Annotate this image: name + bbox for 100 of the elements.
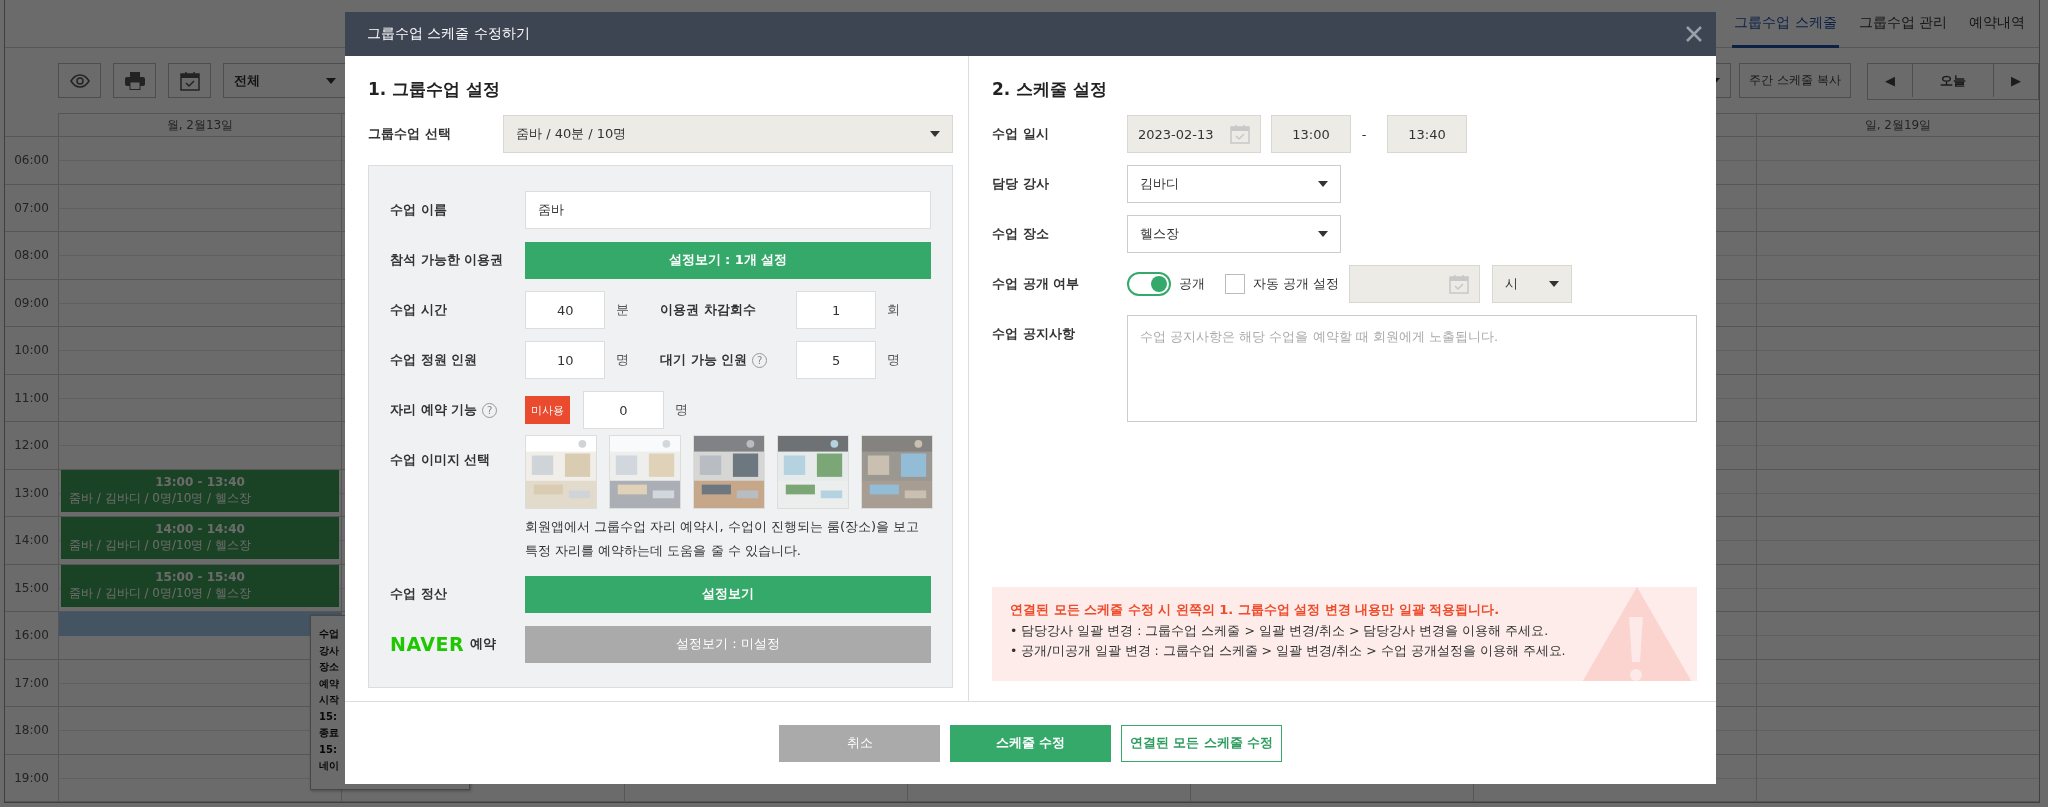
tooltip-text: 시작: [319, 693, 339, 707]
field-label: 예약: [470, 635, 497, 653]
naver-logo: NAVER: [390, 633, 465, 655]
tooltip-text: 15:: [319, 742, 337, 757]
calendar-cell[interactable]: [1756, 232, 2039, 280]
time-label: 17:00: [14, 675, 49, 690]
field-label: 이용권 차감회수: [660, 301, 757, 319]
section-heading: 2. 스케줄 설정: [992, 78, 1109, 100]
caret-icon: [930, 131, 940, 137]
field-label: 수업 일시: [992, 125, 1050, 143]
select-value: 시: [1505, 275, 1519, 293]
field-label: 수업 공개 여부: [992, 275, 1081, 293]
calendar-button[interactable]: [168, 63, 211, 98]
calendar-cell[interactable]: [1756, 659, 2039, 707]
time-label: 11:00: [14, 390, 49, 405]
calendar-cell[interactable]: [1756, 612, 2039, 660]
time-label: 16:00: [14, 628, 49, 643]
caret-icon: [326, 77, 336, 84]
date-field[interactable]: [1349, 265, 1481, 303]
checkbox[interactable]: [1225, 274, 1245, 294]
time-label: 12:00: [14, 438, 49, 453]
unit-label: 명: [615, 351, 631, 369]
location-select[interactable]: 헬스장: [1127, 215, 1341, 253]
calendar-cell[interactable]: [1756, 137, 2039, 185]
today-button[interactable]: 오늘: [1912, 64, 1994, 97]
save-button[interactable]: 스케줄 수정: [950, 724, 1111, 762]
calendar-cell[interactable]: [58, 422, 341, 470]
field-label: 수업 이미지 선택: [390, 451, 492, 469]
field-label: 수업 정산: [390, 585, 448, 603]
time-label: 10:00: [14, 343, 49, 358]
tab[interactable]: 예약내역: [1967, 0, 2027, 48]
view-button[interactable]: [58, 63, 101, 98]
day-header: 일, 2월19일: [1756, 113, 2039, 137]
calendar-icon: [179, 70, 200, 91]
time-label: 07:00: [14, 200, 49, 215]
calendar-cell[interactable]: [1756, 374, 2039, 422]
save-all-button[interactable]: 연결된 모든 스케줄 수정: [1121, 724, 1282, 762]
tab[interactable]: 그룹수업 스케줄: [1732, 0, 1839, 48]
calendar-cell[interactable]: [1756, 422, 2039, 470]
hour-select[interactable]: 시: [1492, 265, 1573, 303]
settings-button[interactable]: 설정보기 : 1개 설정: [525, 241, 931, 279]
calendar-cell[interactable]: [1756, 754, 2039, 802]
tooltip-text: 네이: [319, 759, 339, 773]
dropdown-value: 전체: [234, 71, 260, 90]
unit-label: 명: [886, 351, 902, 369]
time-field[interactable]: 13:40: [1387, 115, 1467, 153]
date-value: 2023-02-13: [1138, 126, 1214, 142]
toggle-switch[interactable]: [1127, 272, 1171, 296]
tooltip-text: 수업: [319, 627, 339, 641]
section-heading: 1. 그룹수업 설정: [368, 78, 502, 100]
number-field[interactable]: 1: [796, 291, 877, 329]
calendar-icon: [1449, 274, 1470, 294]
time-label: 06:00: [14, 153, 49, 168]
dialog-title: 그룹수업 스케줄 수정하기: [367, 25, 530, 43]
unit-label: 분: [615, 301, 631, 319]
cancel-button[interactable]: 취소: [779, 724, 940, 762]
copy-week-button[interactable]: 주간 스케줄 복사: [1739, 63, 1851, 98]
calendar-cell[interactable]: [1756, 469, 2039, 517]
caret-icon: [1318, 231, 1328, 237]
number-field[interactable]: 5: [796, 341, 877, 379]
event-detail: 줌바 / 김바디 / 0명/10명 / 헬스장: [69, 489, 252, 506]
eye-icon: [69, 73, 90, 88]
time-label: 13:00: [14, 485, 49, 500]
tooltip-text: 15:: [319, 709, 337, 724]
tooltip-text: 종료: [319, 726, 339, 740]
calendar-cell[interactable]: [1756, 564, 2039, 612]
notice-field[interactable]: 수업 공지사항은 해당 수업을 예약할 때 회원에게 노출됩니다.: [1127, 315, 1697, 422]
field-label: 그룹수업 선택: [368, 125, 452, 143]
calendar-cell[interactable]: [1756, 517, 2039, 565]
time-label: 14:00: [14, 533, 49, 548]
day-header: 월, 2월13일: [58, 113, 341, 137]
number-field[interactable]: 40: [525, 291, 606, 329]
field-label: 수업 정원 인원: [390, 351, 479, 369]
event-time: 15:00 - 15:40: [154, 568, 246, 585]
settings-button[interactable]: 설정보기: [525, 575, 931, 613]
tooltip-text: 예약: [319, 676, 339, 691]
date-field[interactable]: 2023-02-13: [1127, 115, 1261, 153]
time-label: 18:00: [14, 723, 49, 738]
tab[interactable]: 그룹수업 관리: [1856, 0, 1949, 48]
number-field[interactable]: 0: [583, 391, 664, 429]
filter-dropdown[interactable]: 전체: [223, 63, 347, 98]
field-label: 수업 공지사항: [992, 325, 1076, 343]
separator: -: [1360, 126, 1368, 142]
select-value: 헬스장: [1140, 225, 1179, 243]
calendar-cell[interactable]: [1756, 327, 2039, 375]
calendar-cell[interactable]: [1756, 707, 2039, 755]
class-name-field[interactable]: 줌바: [525, 191, 931, 229]
time-field[interactable]: 13:00: [1271, 115, 1351, 153]
calendar-cell[interactable]: [1756, 279, 2039, 327]
group-class-select[interactable]: 줌바 / 40분 / 10명: [503, 115, 953, 153]
number-field[interactable]: 10: [525, 341, 606, 379]
print-button[interactable]: [113, 63, 156, 98]
instructor-select[interactable]: 김바디: [1127, 165, 1341, 203]
toggle-label: 공개: [1179, 275, 1205, 293]
event-time: 13:00 - 13:40: [154, 473, 246, 490]
event-time: 14:00 - 14:40: [154, 521, 246, 537]
time-label: 08:00: [14, 248, 49, 263]
status-badge: 미사용: [525, 396, 570, 424]
tooltip-text: 강사: [319, 643, 339, 658]
calendar-cell[interactable]: [1756, 184, 2039, 232]
